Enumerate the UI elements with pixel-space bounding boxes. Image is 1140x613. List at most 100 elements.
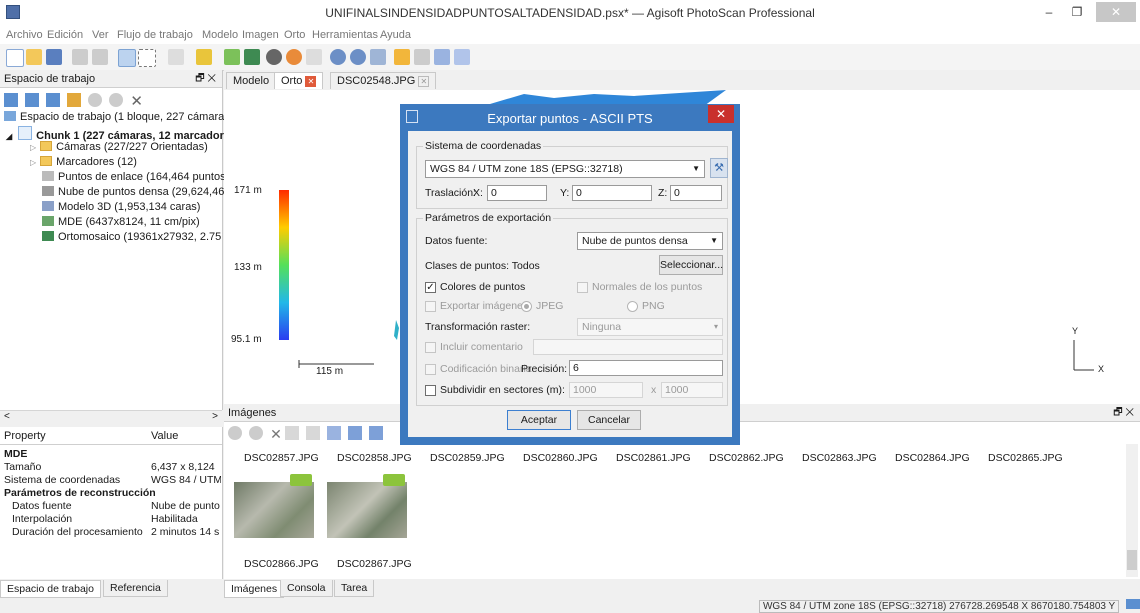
flag-icon[interactable] — [454, 49, 470, 65]
image-icon[interactable] — [434, 49, 450, 65]
menu-herramientas[interactable]: Herramientas — [312, 29, 378, 41]
image-filename[interactable]: DSC02858.JPG — [337, 452, 412, 464]
tab-image[interactable]: DSC02548.JPG ✕ — [330, 72, 437, 89]
remove-icon[interactable]: ✕ — [270, 426, 282, 442]
jpeg-radio[interactable] — [521, 301, 532, 312]
tab-images[interactable]: Imágenes — [224, 580, 285, 598]
minimize-button[interactable]: – — [1036, 2, 1062, 22]
scroll-thumb[interactable] — [1127, 550, 1137, 570]
grid-icon[interactable] — [369, 426, 384, 440]
tree-chunk[interactable]: ◢ Chunk 1 (227 cámaras, 12 marcadores, — [6, 126, 239, 142]
tab-close-icon[interactable]: ✕ — [305, 76, 317, 87]
sphere-icon[interactable] — [266, 49, 282, 65]
new-icon[interactable] — [6, 49, 24, 67]
menu-edicion[interactable]: Edición — [47, 29, 83, 41]
binary-encoding-checkbox[interactable] — [425, 364, 436, 375]
pencil-icon[interactable] — [196, 49, 212, 65]
tab-close-icon[interactable]: ✕ — [418, 76, 430, 87]
include-comment-checkbox[interactable] — [425, 342, 436, 353]
menu-ayuda[interactable]: Ayuda — [380, 29, 411, 41]
split-y-input[interactable]: 1000 — [661, 382, 723, 398]
tree-model[interactable]: Modelo 3D (1,953,134 caras) — [42, 201, 200, 213]
images-vscrollbar[interactable] — [1126, 444, 1138, 577]
tab-model[interactable]: Modelo — [226, 72, 277, 89]
precision-input[interactable]: 6 — [569, 360, 723, 376]
undo-icon[interactable] — [72, 49, 88, 65]
navigation-icon[interactable] — [224, 49, 240, 65]
filter-icon[interactable] — [284, 426, 299, 440]
image-filename[interactable]: DSC02864.JPG — [895, 452, 970, 464]
view-icon[interactable] — [348, 426, 363, 440]
tree-orthomosaic[interactable]: Ortomosaico (19361x27932, 2.75 cm/ — [42, 231, 242, 243]
workspace-hscrollbar[interactable]: < > — [0, 410, 222, 425]
tree-markers[interactable]: ▷ Marcadores (12) — [30, 156, 137, 168]
expand-icon[interactable]: ▷ — [30, 143, 36, 152]
cancel-button[interactable]: Cancelar — [577, 410, 641, 430]
select-classes-button[interactable]: Seleccionar... — [659, 255, 723, 275]
close-button[interactable]: ✕ — [1096, 2, 1136, 22]
tab-reference[interactable]: Referencia — [103, 580, 168, 597]
point-normals-checkbox[interactable] — [577, 282, 588, 293]
image-filename[interactable]: DSC02859.JPG — [430, 452, 505, 464]
panel-close-icon[interactable]: 🗗 ✕ — [195, 70, 216, 88]
zoom-out-icon[interactable] — [350, 49, 366, 65]
lasso-icon[interactable] — [168, 49, 184, 65]
comment-input[interactable] — [533, 339, 723, 355]
model-icon[interactable] — [286, 49, 302, 65]
menu-archivo[interactable]: Archivo — [6, 29, 43, 41]
image-filename[interactable]: DSC02867.JPG — [337, 558, 412, 570]
image-filename[interactable]: DSC02866.JPG — [244, 558, 319, 570]
dem-icon[interactable] — [394, 49, 410, 65]
menu-ver[interactable]: Ver — [92, 29, 109, 41]
markers-icon[interactable] — [67, 93, 82, 107]
menu-flujo[interactable]: Flujo de trabajo — [117, 29, 193, 41]
reset-view-icon[interactable] — [370, 49, 386, 65]
scroll-right-icon[interactable]: > — [212, 411, 218, 422]
translation-x-input[interactable]: 0 — [487, 185, 547, 201]
translation-z-input[interactable]: 0 — [670, 185, 722, 201]
split-checkbox[interactable] — [425, 385, 436, 396]
tree-tie-points[interactable]: Puntos de enlace (164,464 puntos) — [42, 171, 229, 183]
grid-icon[interactable] — [414, 49, 430, 65]
rotate-icon[interactable] — [306, 49, 322, 65]
image-filename[interactable]: DSC02862.JPG — [709, 452, 784, 464]
restore-button[interactable]: ❐ — [1064, 2, 1090, 22]
translation-y-input[interactable]: 0 — [572, 185, 652, 201]
scroll-left-icon[interactable]: < — [4, 411, 10, 422]
source-select[interactable]: Nube de puntos densa ▼ — [577, 232, 723, 250]
menu-imagen[interactable]: Imagen — [242, 29, 279, 41]
disable-icon[interactable] — [109, 93, 124, 107]
image-thumbnail[interactable] — [327, 482, 407, 538]
split-x-input[interactable]: 1000 — [569, 382, 643, 398]
menu-modelo[interactable]: Modelo — [202, 29, 238, 41]
image-filename[interactable]: DSC02860.JPG — [523, 452, 598, 464]
menu-orto[interactable]: Orto — [284, 29, 305, 41]
pointer-icon[interactable] — [118, 49, 136, 67]
ok-button[interactable]: Aceptar — [507, 410, 571, 430]
image-thumbnail[interactable] — [234, 482, 314, 538]
ortho-icon[interactable] — [244, 49, 260, 65]
tab-console[interactable]: Consola — [280, 580, 333, 597]
tree-dense-cloud[interactable]: Nube de puntos densa (29,624,460 p — [42, 186, 240, 198]
tab-workspace[interactable]: Espacio de trabajo — [0, 580, 101, 598]
mask-icon[interactable] — [327, 426, 342, 440]
crs-settings-icon[interactable]: ⚒ — [710, 158, 728, 178]
add-photos-icon[interactable] — [25, 93, 40, 107]
save-icon[interactable] — [46, 49, 62, 65]
image-filename[interactable]: DSC02865.JPG — [988, 452, 1063, 464]
tree-root[interactable]: Espacio de trabajo (1 bloque, 227 cámara… — [4, 111, 233, 123]
disable-icon[interactable] — [249, 426, 264, 440]
png-radio[interactable] — [627, 301, 638, 312]
rectangle-select-icon[interactable] — [138, 49, 156, 67]
image-filename[interactable]: DSC02863.JPG — [802, 452, 877, 464]
point-colors-checkbox[interactable]: ✓ — [425, 282, 436, 293]
export-images-checkbox[interactable] — [425, 301, 436, 312]
expand-icon[interactable]: ▷ — [30, 158, 36, 167]
redo-icon[interactable] — [92, 49, 108, 65]
image-filename[interactable]: DSC02857.JPG — [244, 452, 319, 464]
tab-task[interactable]: Tarea — [334, 580, 375, 597]
filter2-icon[interactable] — [305, 426, 320, 440]
tree-dem[interactable]: MDE (6437x8124, 11 cm/pix) — [42, 216, 200, 228]
remove-icon[interactable]: ✕ — [130, 93, 143, 110]
zoom-in-icon[interactable] — [330, 49, 346, 65]
